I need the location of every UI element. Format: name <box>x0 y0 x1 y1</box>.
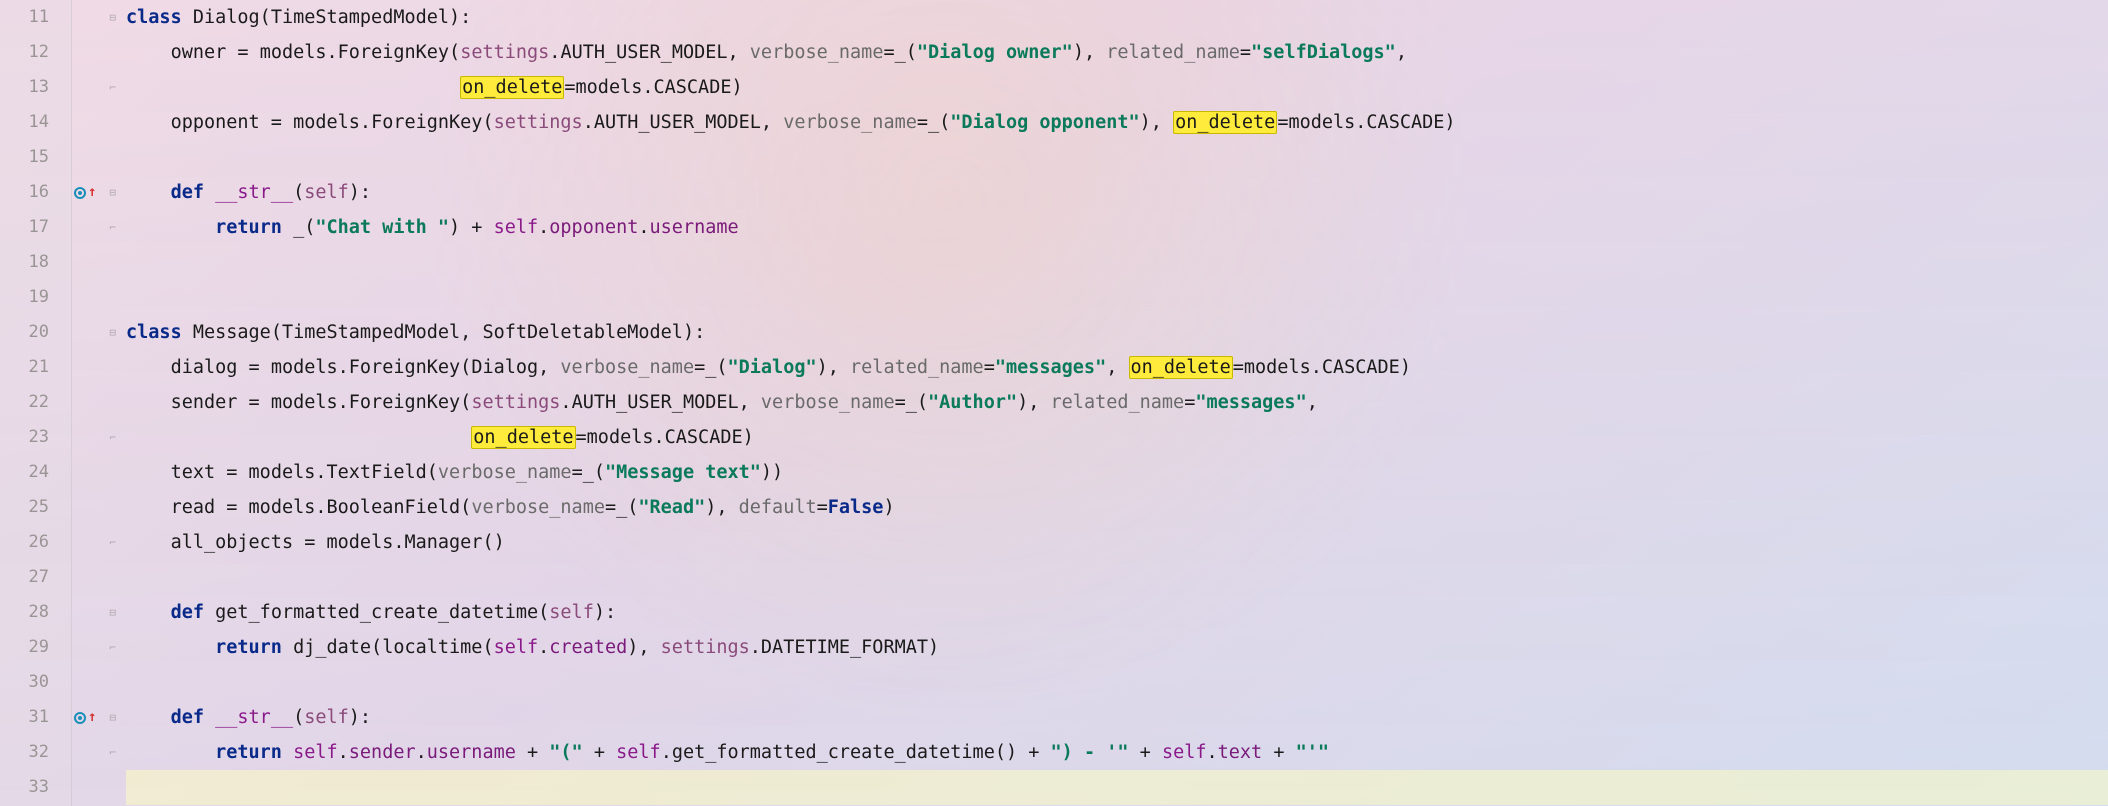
line-number[interactable]: 12 <box>0 35 71 70</box>
search-highlight: on_delete <box>1173 111 1277 134</box>
line-number[interactable]: 18 <box>0 245 71 280</box>
override-marker-icon[interactable]: ↑ <box>74 175 96 210</box>
line-number[interactable]: 32 <box>0 735 71 770</box>
override-marker-icon[interactable]: ↑ <box>74 700 96 735</box>
code-line-current[interactable] <box>126 770 2108 805</box>
code-line[interactable]: all_objects = models.Manager() <box>126 525 2108 560</box>
search-highlight: on_delete <box>1129 356 1233 379</box>
line-number[interactable]: 28 <box>0 595 71 630</box>
line-number[interactable]: 20 <box>0 315 71 350</box>
line-number[interactable]: 15 <box>0 140 71 175</box>
code-editor[interactable]: 11 12 13 14 15 16 17 18 19 20 21 22 23 2… <box>0 0 2108 806</box>
code-line[interactable]: text = models.TextField(verbose_name=_("… <box>126 455 2108 490</box>
search-highlight: on_delete <box>460 76 564 99</box>
line-number[interactable]: 31 <box>0 700 71 735</box>
line-number[interactable]: 24 <box>0 455 71 490</box>
code-line[interactable]: class Dialog(TimeStampedModel): <box>126 0 2108 35</box>
line-number[interactable]: 21 <box>0 350 71 385</box>
fold-open-icon[interactable]: ⊟ <box>109 700 116 735</box>
code-line[interactable]: return self.sender.username + "(" + self… <box>126 735 2108 770</box>
line-number[interactable]: 17 <box>0 210 71 245</box>
code-line[interactable]: def __str__(self): <box>126 175 2108 210</box>
fold-open-icon[interactable]: ⊟ <box>109 595 116 630</box>
fold-close-icon: ⌐ <box>109 420 116 455</box>
code-line[interactable]: return _("Chat with ") + self.opponent.u… <box>126 210 2108 245</box>
code-line[interactable] <box>126 560 2108 595</box>
fold-close-icon: ⌐ <box>109 735 116 770</box>
fold-close-icon: ⌐ <box>109 525 116 560</box>
search-highlight: on_delete <box>471 426 575 449</box>
code-line[interactable]: opponent = models.ForeignKey(settings.AU… <box>126 105 2108 140</box>
line-number-gutter[interactable]: 11 12 13 14 15 16 17 18 19 20 21 22 23 2… <box>0 0 72 806</box>
code-line[interactable] <box>126 140 2108 175</box>
line-number[interactable]: 30 <box>0 665 71 700</box>
line-number[interactable]: 14 <box>0 105 71 140</box>
fold-open-icon[interactable]: ⊟ <box>109 0 116 35</box>
line-number[interactable]: 29 <box>0 630 71 665</box>
line-number[interactable]: 13 <box>0 70 71 105</box>
fold-close-icon: ⌐ <box>109 70 116 105</box>
line-number[interactable]: 23 <box>0 420 71 455</box>
line-number[interactable]: 33 <box>0 770 71 805</box>
code-line[interactable]: def __str__(self): <box>126 700 2108 735</box>
fold-close-icon: ⌐ <box>109 210 116 245</box>
code-line[interactable]: read = models.BooleanField(verbose_name=… <box>126 490 2108 525</box>
marker-column: ⊟ ⌐ ↑ ⊟ ⌐ ⊟ ⌐ ⌐ ⊟ ⌐ ↑ ⊟ ⌐ <box>72 0 122 806</box>
code-content[interactable]: class Dialog(TimeStampedModel): owner = … <box>122 0 2108 806</box>
code-line[interactable] <box>126 245 2108 280</box>
code-line[interactable] <box>126 280 2108 315</box>
code-line[interactable]: on_delete=models.CASCADE) <box>126 70 2108 105</box>
line-number[interactable]: 27 <box>0 560 71 595</box>
fold-close-icon: ⌐ <box>109 630 116 665</box>
line-number[interactable]: 25 <box>0 490 71 525</box>
line-number[interactable]: 11 <box>0 0 71 35</box>
code-line[interactable]: owner = models.ForeignKey(settings.AUTH_… <box>126 35 2108 70</box>
fold-open-icon[interactable]: ⊟ <box>109 315 116 350</box>
code-line[interactable]: class Message(TimeStampedModel, SoftDele… <box>126 315 2108 350</box>
code-line[interactable]: return dj_date(localtime(self.created), … <box>126 630 2108 665</box>
code-line[interactable] <box>126 665 2108 700</box>
code-line[interactable]: dialog = models.ForeignKey(Dialog, verbo… <box>126 350 2108 385</box>
line-number[interactable]: 26 <box>0 525 71 560</box>
code-line[interactable]: on_delete=models.CASCADE) <box>126 420 2108 455</box>
code-line[interactable]: def get_formatted_create_datetime(self): <box>126 595 2108 630</box>
line-number[interactable]: 16 <box>0 175 71 210</box>
fold-open-icon[interactable]: ⊟ <box>109 175 116 210</box>
line-number[interactable]: 22 <box>0 385 71 420</box>
code-line[interactable]: sender = models.ForeignKey(settings.AUTH… <box>126 385 2108 420</box>
line-number[interactable]: 19 <box>0 280 71 315</box>
